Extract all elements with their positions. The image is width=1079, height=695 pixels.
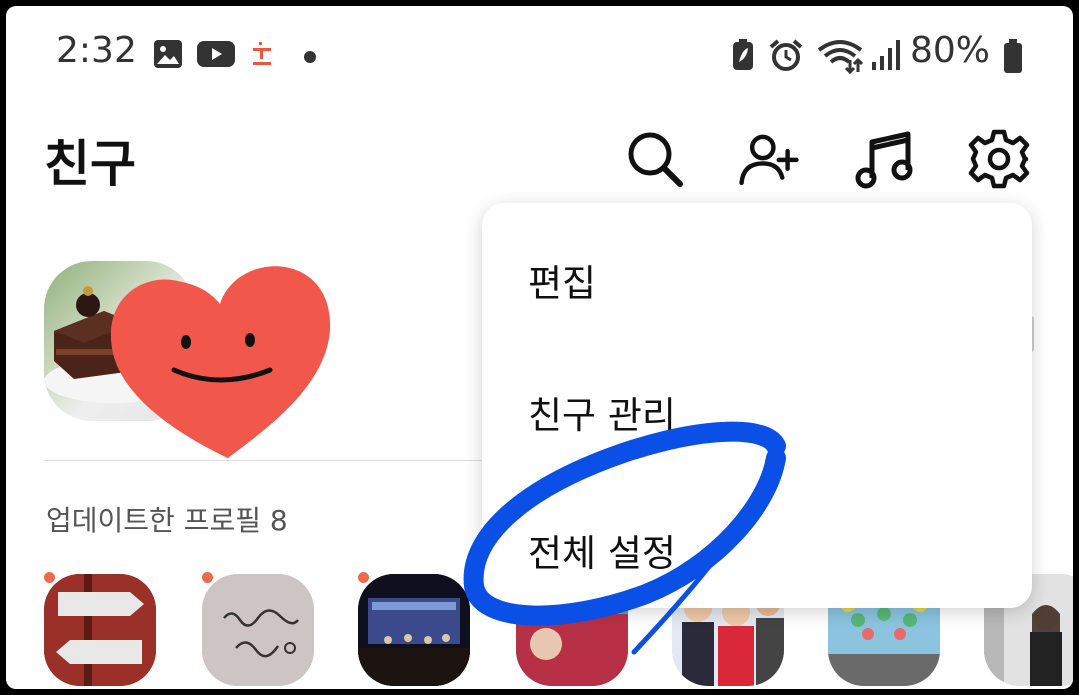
new-update-dot — [44, 572, 55, 583]
wifi-icon — [817, 40, 864, 74]
notification-dot — [304, 51, 316, 63]
new-update-dot — [202, 572, 213, 583]
heart-smile-sticker — [110, 266, 331, 458]
handwriting-photo — [202, 574, 314, 686]
settings-icon[interactable] — [968, 128, 1030, 190]
new-update-dot — [358, 572, 369, 583]
signal-icon — [872, 40, 900, 70]
battery-icon — [1004, 39, 1022, 73]
t-app-icon — [253, 42, 271, 65]
updated-profiles-label: 업데이트한 프로필 8 — [46, 504, 288, 537]
menu-item-edit[interactable]: 편집 — [528, 253, 596, 307]
updated-profile-2[interactable] — [202, 574, 314, 686]
updated-profile-3[interactable] — [358, 574, 470, 686]
page-title: 친구 — [44, 135, 136, 193]
status-bar: 2:32 80% — [6, 24, 1073, 84]
alarm-icon — [769, 39, 803, 71]
menu-item-all-settings[interactable]: 전체 설정 — [528, 523, 676, 577]
section-divider — [44, 460, 514, 461]
music-icon[interactable] — [854, 128, 916, 190]
status-time: 2:32 — [56, 30, 137, 71]
sign-photo — [44, 574, 156, 686]
app-screen: 2:32 80% 친구 업데이트한 프로필 8 편집 친구 관리 전체 설정 — [6, 6, 1073, 689]
menu-item-manage-friends[interactable]: 친구 관리 — [528, 385, 676, 439]
concert-photo — [358, 574, 470, 686]
gallery-icon — [154, 40, 182, 68]
add-friend-icon[interactable] — [738, 128, 800, 190]
settings-dropdown-menu: 편집 친구 관리 전체 설정 — [482, 203, 1032, 608]
battery-saver-icon — [733, 39, 753, 70]
battery-percentage: 80% — [910, 30, 991, 71]
search-icon[interactable] — [624, 128, 686, 190]
youtube-icon — [197, 41, 235, 67]
updated-profile-1[interactable] — [44, 574, 156, 686]
